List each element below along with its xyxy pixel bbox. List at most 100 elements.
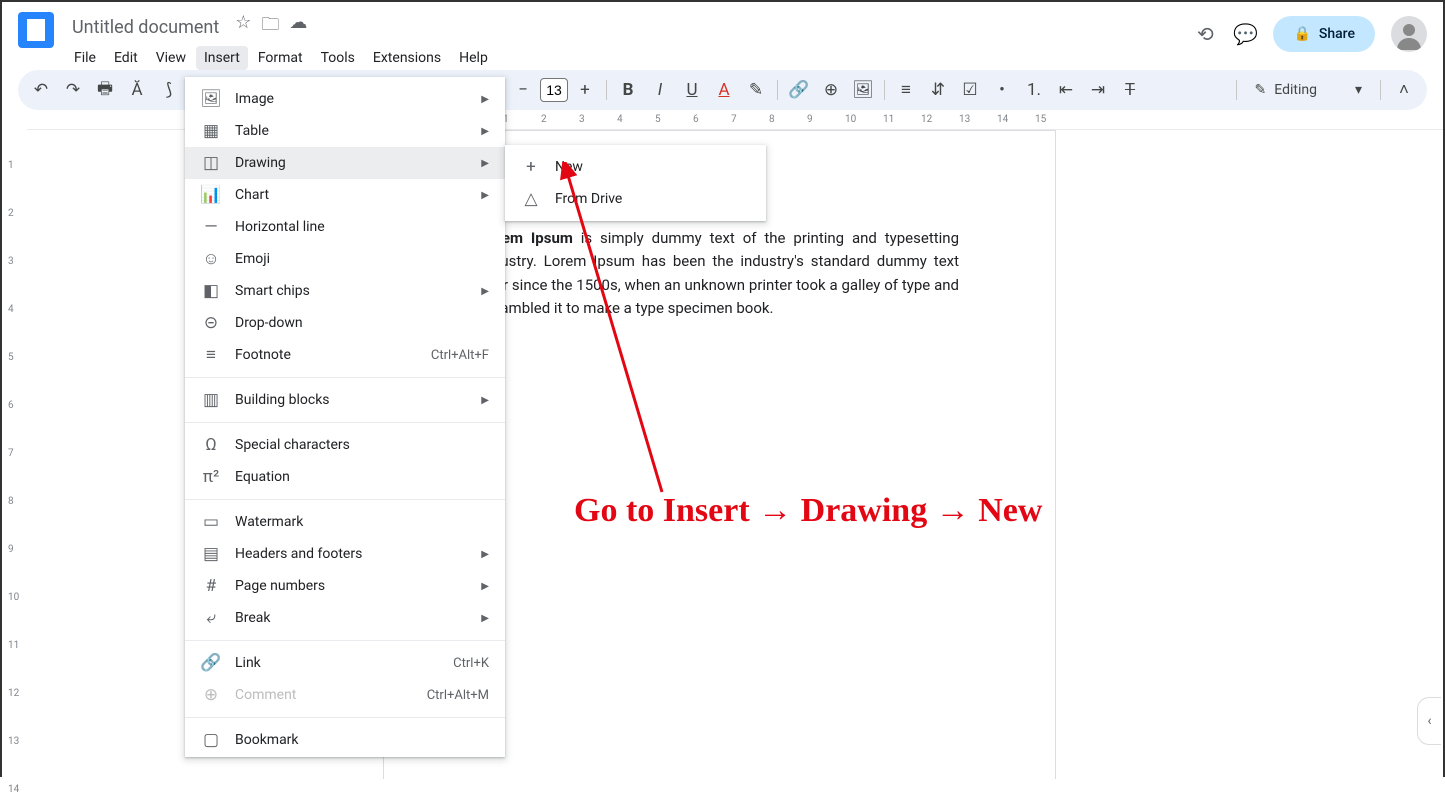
insert-menu-chart[interactable]: 📊Chart▶: [185, 179, 505, 211]
align-button[interactable]: ≡: [891, 75, 921, 105]
insert-menu-table[interactable]: ▦Table▶: [185, 115, 505, 147]
bulleted-list-button[interactable]: •: [987, 75, 1017, 105]
insert-menu-bookmark[interactable]: ▢Bookmark: [185, 724, 505, 756]
insert-image-button[interactable]: 🖼: [848, 75, 878, 105]
bookmark-icon: ▢: [201, 730, 221, 750]
side-panel-toggle[interactable]: ‹: [1417, 697, 1441, 745]
insert-menu-blocks[interactable]: ▥Building blocks▶: [185, 384, 505, 416]
insert-menu-dropdown[interactable]: ⊝Drop-down: [185, 307, 505, 339]
spellcheck-button[interactable]: Ă: [122, 75, 152, 105]
font-size-control: − +: [508, 75, 600, 105]
insert-menu-smartchips[interactable]: ◧Smart chips▶: [185, 275, 505, 307]
chevron-right-icon: ▶: [481, 158, 489, 169]
font-size-input[interactable]: [540, 78, 568, 102]
menubar: File Edit View Insert Format Tools Exten…: [66, 46, 1193, 70]
insert-link-button[interactable]: 🔗: [784, 75, 814, 105]
equation-icon: π²: [201, 467, 221, 487]
document-title[interactable]: Untitled document: [72, 17, 219, 38]
insert-menu-comment: ⊕CommentCtrl+Alt+M: [185, 679, 505, 711]
document-body[interactable]: Lorem Ipsum is simply dummy text of the …: [480, 227, 959, 320]
insert-menu-equation[interactable]: π²Equation: [185, 461, 505, 493]
break-icon: ⤶: [201, 608, 221, 628]
print-button[interactable]: 🖶: [90, 75, 120, 105]
star-icon[interactable]: ☆: [235, 12, 251, 42]
add-comment-button[interactable]: ⊕: [816, 75, 846, 105]
history-icon[interactable]: ⟲: [1193, 22, 1217, 46]
share-button[interactable]: 🔒 Share: [1273, 16, 1375, 52]
decrease-font-button[interactable]: −: [508, 75, 538, 105]
vertical-ruler[interactable]: 1234567891011121314: [2, 130, 27, 779]
link-icon: 🔗: [201, 653, 221, 673]
insert-menu-link[interactable]: 🔗LinkCtrl+K: [185, 647, 505, 679]
account-avatar[interactable]: [1391, 16, 1427, 52]
smartchips-icon: ◧: [201, 281, 221, 301]
menu-file[interactable]: File: [66, 46, 104, 70]
header: Untitled document ☆ 🗀 ☁ File Edit View I…: [2, 2, 1443, 66]
move-icon[interactable]: 🗀: [261, 12, 279, 42]
increase-font-button[interactable]: +: [570, 75, 600, 105]
menu-tools[interactable]: Tools: [313, 46, 363, 70]
italic-button[interactable]: I: [645, 75, 675, 105]
menu-extensions[interactable]: Extensions: [365, 46, 449, 70]
table-icon: ▦: [201, 121, 221, 141]
chevron-right-icon: ▶: [481, 395, 489, 406]
chevron-right-icon: ▶: [481, 190, 489, 201]
drawing-submenu: +New△From Drive: [505, 145, 766, 221]
bold-button[interactable]: B: [613, 75, 643, 105]
insert-menu: 🖼Image▶▦Table▶◫Drawing▶📊Chart▶―Horizonta…: [185, 77, 505, 757]
dropdown-icon: ⊝: [201, 313, 221, 333]
undo-button[interactable]: ↶: [26, 75, 56, 105]
editing-mode-button[interactable]: ✎ Editing ▾: [1245, 78, 1372, 102]
increase-indent-button[interactable]: ⇥: [1083, 75, 1113, 105]
insert-menu-watermark[interactable]: ▭Watermark: [185, 506, 505, 538]
insert-menu-footnote[interactable]: ≡FootnoteCtrl+Alt+F: [185, 339, 505, 371]
paint-format-button[interactable]: ⟆: [154, 75, 184, 105]
menu-insert[interactable]: Insert: [196, 46, 248, 70]
insert-menu-pagenum[interactable]: #Page numbers▶: [185, 570, 505, 602]
chevron-right-icon: ▶: [481, 126, 489, 137]
drawing-icon: ◫: [201, 153, 221, 173]
title-area: Untitled document ☆ 🗀 ☁ File Edit View I…: [66, 10, 1193, 70]
chevron-right-icon: ▶: [481, 286, 489, 297]
underline-button[interactable]: U: [677, 75, 707, 105]
drawing-submenu-fromdrive[interactable]: △From Drive: [505, 183, 766, 215]
menu-view[interactable]: View: [148, 46, 194, 70]
insert-menu-break[interactable]: ⤶Break▶: [185, 602, 505, 634]
chevron-down-icon: ▾: [1355, 82, 1362, 98]
blocks-icon: ▥: [201, 390, 221, 410]
lock-icon: 🔒: [1293, 26, 1310, 42]
numbered-list-button[interactable]: 1.: [1019, 75, 1049, 105]
clear-formatting-button[interactable]: T: [1115, 75, 1145, 105]
footnote-icon: ≡: [201, 345, 221, 365]
comments-icon[interactable]: 💬: [1233, 22, 1257, 46]
menu-edit[interactable]: Edit: [106, 46, 146, 70]
docs-logo-icon[interactable]: [18, 12, 54, 48]
checklist-button[interactable]: ☑: [955, 75, 985, 105]
menu-format[interactable]: Format: [250, 46, 311, 70]
chevron-right-icon: ▶: [481, 549, 489, 560]
insert-menu-image[interactable]: 🖼Image▶: [185, 83, 505, 115]
insert-menu-emoji[interactable]: ☺Emoji: [185, 243, 505, 275]
text-color-button[interactable]: A: [709, 75, 739, 105]
line-spacing-button[interactable]: ⇵: [923, 75, 953, 105]
insert-menu-special[interactable]: ΩSpecial characters: [185, 429, 505, 461]
headers-icon: ▤: [201, 544, 221, 564]
hide-menus-button[interactable]: ˄: [1389, 75, 1419, 105]
redo-button[interactable]: ↷: [58, 75, 88, 105]
image-icon: 🖼: [201, 89, 221, 109]
chevron-right-icon: ▶: [481, 613, 489, 624]
editing-label: Editing: [1274, 82, 1317, 98]
chart-icon: 📊: [201, 185, 221, 205]
chevron-right-icon: ▶: [481, 94, 489, 105]
insert-menu-drawing[interactable]: ◫Drawing▶: [185, 147, 505, 179]
menu-help[interactable]: Help: [451, 46, 496, 70]
cloud-status-icon[interactable]: ☁: [289, 12, 307, 42]
insert-menu-headers[interactable]: ▤Headers and footers▶: [185, 538, 505, 570]
decrease-indent-button[interactable]: ⇤: [1051, 75, 1081, 105]
insert-menu-hrule[interactable]: ―Horizontal line: [185, 211, 505, 243]
pagenum-icon: #: [201, 576, 221, 596]
emoji-icon: ☺: [201, 249, 221, 269]
drawing-submenu-new[interactable]: +New: [505, 151, 766, 183]
fromdrive-icon: △: [521, 189, 541, 209]
highlight-button[interactable]: ✎: [741, 75, 771, 105]
